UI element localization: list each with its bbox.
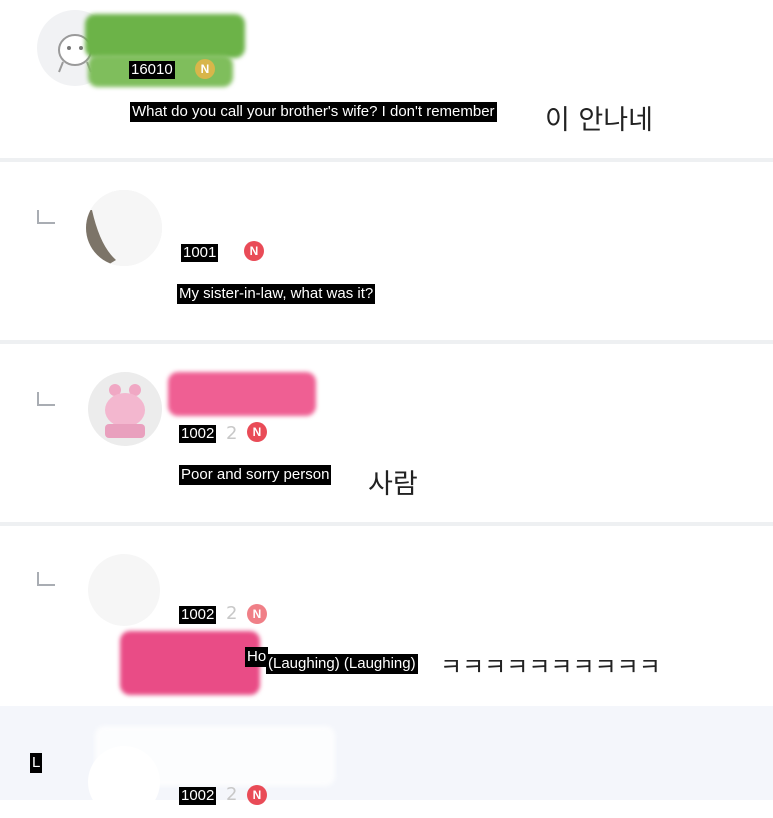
- faded-digit: 2: [226, 784, 238, 805]
- reply-arrow-icon: [37, 392, 55, 406]
- comment-translation: My sister-in-law, what was it?: [177, 284, 376, 304]
- n-badge-icon: N: [247, 422, 267, 442]
- faded-digit: 2: [226, 423, 238, 444]
- comment-translation: What do you call your brother's wife? I …: [130, 102, 497, 122]
- avatar-icon[interactable]: [86, 190, 162, 266]
- n-badge-icon: N: [247, 785, 267, 805]
- commenter-nickname[interactable]: 16010: [129, 61, 175, 79]
- commenter-nickname[interactable]: 1002: [179, 425, 217, 443]
- original-comment-tail: 이 안나네: [545, 105, 653, 136]
- blurred-profile-name: [168, 372, 316, 416]
- reply-arrow-icon: L: [30, 753, 43, 773]
- comment-prefix: Ho: [245, 647, 269, 667]
- comment-4: 1002 2 N Ho ㅋㅋㅋㅋㅋㅋㅋㅋㅋㅋ (Laughing) (Laugh…: [0, 526, 773, 702]
- commenter-nickname[interactable]: 1001: [181, 244, 219, 262]
- original-comment-tail: ㅋㅋㅋㅋㅋㅋㅋㅋㅋㅋ: [440, 653, 661, 681]
- comment-2: 1001 N My sister-in-law, what was it?: [0, 162, 773, 340]
- original-comment-tail: 사람: [368, 469, 418, 500]
- reply-arrow-icon: [37, 210, 55, 224]
- comment-1: 16010 N 이 안나네 What do you call your brot…: [0, 0, 773, 158]
- n-badge-icon: N: [244, 241, 264, 261]
- commenter-nickname[interactable]: 1002: [179, 606, 217, 624]
- n-badge-icon: N: [195, 59, 215, 79]
- comment-translation: Poor and sorry person: [179, 465, 332, 485]
- comment-translation: (Laughing) (Laughing): [266, 654, 418, 674]
- comment-5: L 1002 2 N: [0, 706, 773, 818]
- reply-arrow-icon: [37, 572, 55, 586]
- faded-digit: 2: [226, 603, 238, 624]
- commenter-nickname[interactable]: 1002: [179, 787, 217, 805]
- avatar-hippo-icon[interactable]: [88, 372, 162, 446]
- n-badge-icon: N: [247, 604, 267, 624]
- avatar-icon[interactable]: [88, 554, 160, 626]
- avatar-icon[interactable]: [88, 746, 160, 818]
- blurred-sticker: [120, 631, 260, 695]
- comment-3: 1002 2 N 사람 Poor and sorry person: [0, 344, 773, 522]
- blurred-profile-name: [85, 14, 245, 58]
